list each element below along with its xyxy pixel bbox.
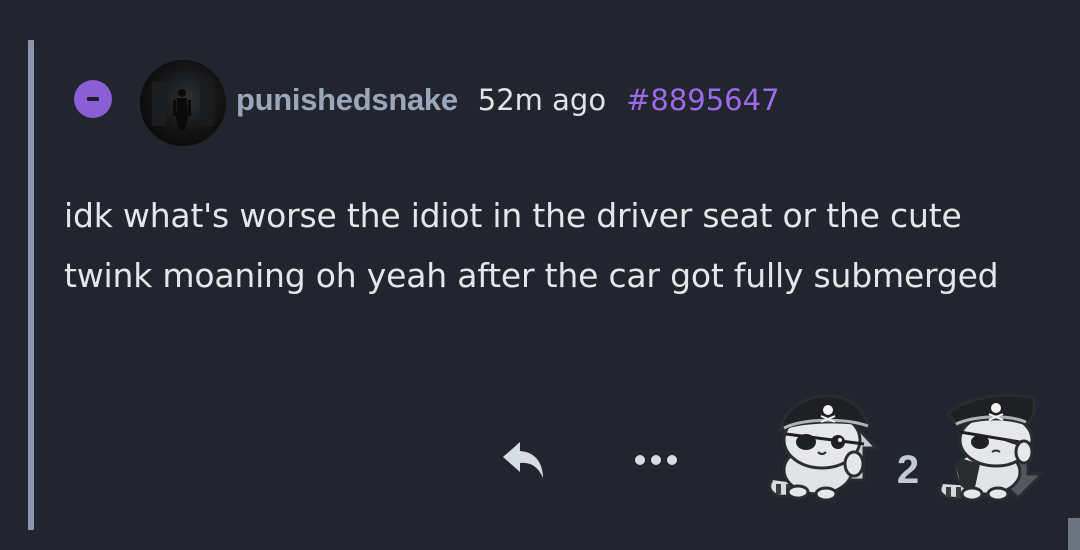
reply-arrow-icon [503,442,543,478]
avatar[interactable] [140,60,226,146]
more-options-button[interactable] [628,440,684,480]
reply-button[interactable] [500,438,550,484]
minus-icon [87,97,99,101]
collapse-button[interactable] [74,80,112,118]
ellipsis-dot [667,455,677,465]
pirate-cat-upvote-icon [768,394,880,502]
comment-meta: punishedsnake 52m ago #8895647 [236,80,780,120]
scrollbar-edge[interactable] [1068,518,1080,550]
pirate-cat-downvote-icon [938,393,1046,502]
vote-score: 2 [896,448,920,492]
user-avatar-icon [140,60,226,146]
username-link[interactable]: punishedsnake [236,82,458,118]
ellipsis-dot [651,455,661,465]
post-id-link[interactable]: #8895647 [626,83,779,117]
comment-body: idk what's worse the idiot in the driver… [64,196,999,295]
ellipsis-icon [635,455,645,465]
timestamp: 52m ago [477,83,607,117]
upvote-button[interactable] [764,388,886,506]
thread-line[interactable] [28,40,34,530]
comment-page: punishedsnake 52m ago #8895647 idk what'… [0,0,1080,550]
downvote-button[interactable] [934,388,1052,506]
